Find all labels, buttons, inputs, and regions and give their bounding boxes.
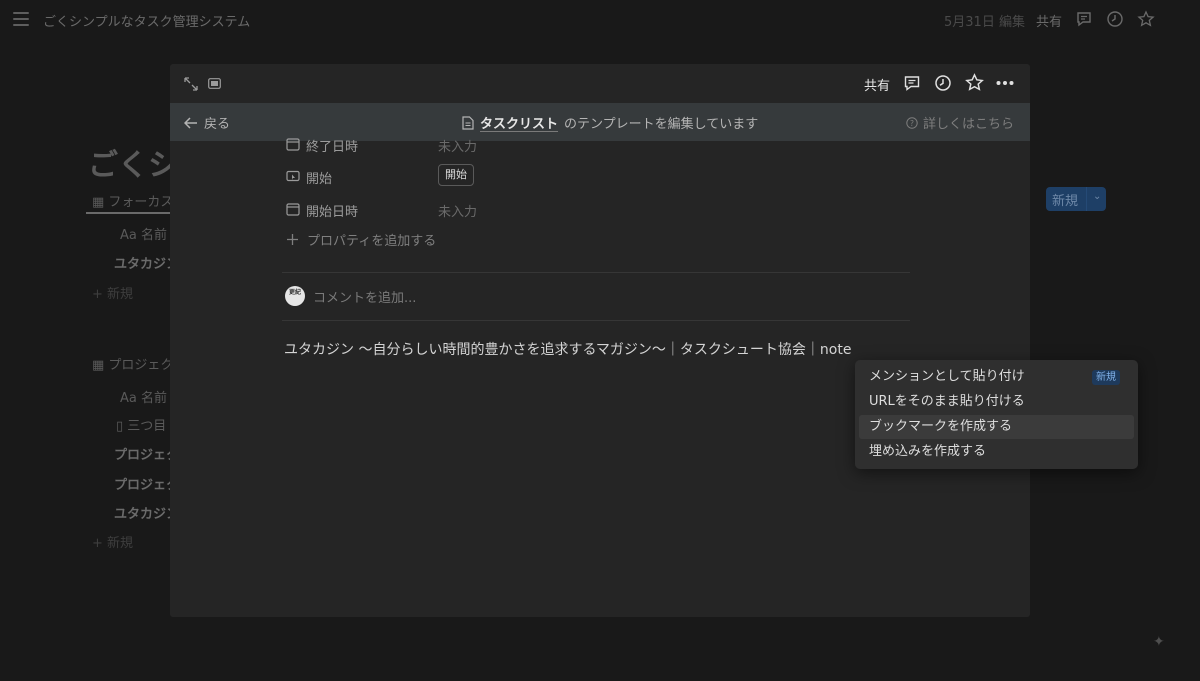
expand-icon[interactable] bbox=[184, 77, 198, 91]
avatar: 更紀 bbox=[285, 286, 305, 306]
peek-mode-icon[interactable] bbox=[208, 78, 221, 89]
menu-item-label: ブックマークを作成する bbox=[869, 419, 1013, 434]
add-row-button[interactable]: + 新規 bbox=[92, 283, 133, 302]
property-row-start[interactable]: 開始 開始 bbox=[282, 163, 912, 189]
template-status-text: のテンプレートを編集しています bbox=[564, 117, 759, 132]
calendar-icon bbox=[286, 203, 300, 216]
svg-text:?: ? bbox=[910, 119, 914, 128]
name-column-header: Aa 名前 bbox=[120, 228, 167, 243]
sidebar-menu-icon[interactable] bbox=[13, 12, 29, 26]
pasted-link-text[interactable]: ユタカジン 〜自分らしい時間的豊かさを追求するマガジン〜｜タスクシュート協会｜n… bbox=[284, 339, 851, 359]
button-property-icon bbox=[286, 170, 300, 182]
property-value[interactable]: 未入力 bbox=[438, 136, 477, 155]
property-row-end-date[interactable]: 終了日時 未入力 bbox=[282, 131, 912, 157]
comment-icon[interactable] bbox=[1075, 10, 1093, 28]
modal-toolbar: 共有 bbox=[170, 64, 1030, 103]
view-tab-focus[interactable]: ▦ フォーカス bbox=[92, 191, 173, 210]
start-button[interactable]: 開始 bbox=[438, 164, 474, 186]
template-status: タスクリスト のテンプレートを編集しています bbox=[462, 113, 758, 132]
menu-item-label: 埋め込みを作成する bbox=[869, 444, 987, 459]
add-row-button[interactable]: + 新規 bbox=[92, 532, 133, 551]
learn-more-label: 詳しくはこちら bbox=[922, 117, 1014, 132]
comment-icon[interactable] bbox=[903, 74, 921, 92]
comment-input[interactable]: 更紀 コメントを追加... bbox=[285, 286, 416, 306]
new-button[interactable]: 新規 ⌄ bbox=[1046, 187, 1106, 211]
star-icon[interactable] bbox=[1137, 10, 1155, 28]
menu-item-create-bookmark[interactable]: ブックマークを作成する bbox=[859, 415, 1134, 439]
add-property-button[interactable]: プロパティを追加する bbox=[286, 230, 436, 249]
menu-item-label: URLをそのまま貼り付ける bbox=[869, 394, 1025, 409]
favorite-star-icon[interactable] bbox=[965, 73, 984, 92]
learn-more-link[interactable]: ? 詳しくはこちら bbox=[906, 113, 1014, 132]
menu-item-paste-as-mention[interactable]: メンションとして貼り付け 新規 bbox=[859, 365, 1134, 389]
share-button[interactable]: 共有 bbox=[1036, 11, 1062, 30]
arrow-left-icon bbox=[184, 116, 197, 129]
active-tab-underline bbox=[86, 212, 176, 214]
background-heading: ごくシ bbox=[88, 148, 178, 183]
property-label: 終了日時 bbox=[306, 140, 359, 155]
menu-item-label: メンションとして貼り付け bbox=[869, 369, 1025, 384]
comment-placeholder: コメントを追加... bbox=[313, 290, 417, 306]
back-label: 戻る bbox=[204, 117, 231, 132]
menu-item-paste-url[interactable]: URLをそのまま貼り付ける bbox=[859, 390, 1134, 414]
divider bbox=[282, 320, 910, 321]
template-page-link[interactable]: タスクリスト bbox=[480, 113, 558, 132]
page-title[interactable]: ごくシンプルなタスク管理システム bbox=[43, 11, 250, 30]
name-column-header: Aa 名前 bbox=[120, 391, 167, 406]
property-label: 開始日時 bbox=[306, 205, 359, 220]
template-editor-modal: 共有 戻る タスクリスト のテンプレートを編集しています ? 詳しくはこちら 終… bbox=[170, 64, 1030, 617]
chevron-down-icon[interactable]: ⌄ bbox=[1093, 191, 1101, 202]
add-property-label: プロパティを追加する bbox=[307, 234, 437, 249]
back-button[interactable]: 戻る bbox=[184, 113, 230, 132]
share-button[interactable]: 共有 bbox=[864, 75, 890, 94]
calendar-icon bbox=[286, 138, 300, 151]
table-row[interactable]: ▯ 三つ目 bbox=[116, 415, 166, 434]
property-row-start-date[interactable]: 開始日時 未入力 bbox=[282, 196, 912, 222]
new-badge: 新規 bbox=[1092, 370, 1120, 385]
sparkle-icon[interactable]: ✦ bbox=[1153, 634, 1165, 650]
history-icon[interactable] bbox=[934, 74, 952, 92]
property-label: 開始 bbox=[306, 172, 333, 187]
view-tab-project[interactable]: ▦ プロジェク bbox=[92, 354, 173, 373]
menu-item-create-embed[interactable]: 埋め込みを作成する bbox=[859, 440, 1134, 464]
property-value[interactable]: 未入力 bbox=[438, 201, 477, 220]
plus-icon bbox=[287, 234, 298, 245]
paste-options-menu: メンションとして貼り付け 新規 URLをそのまま貼り付ける ブックマークを作成す… bbox=[855, 360, 1138, 469]
more-options-icon[interactable] bbox=[996, 80, 1014, 86]
history-icon[interactable] bbox=[1106, 10, 1124, 28]
help-icon: ? bbox=[906, 116, 918, 129]
page-icon bbox=[462, 115, 474, 130]
divider bbox=[282, 272, 910, 273]
edited-timestamp: 5月31日 編集 bbox=[944, 15, 1025, 30]
